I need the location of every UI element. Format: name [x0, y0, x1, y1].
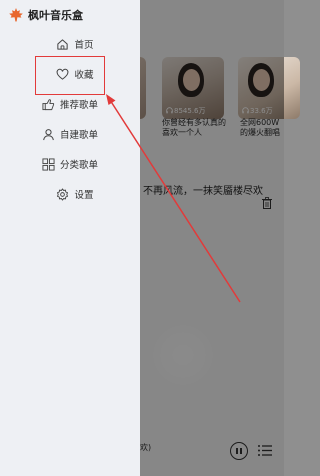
user-icon	[42, 128, 55, 141]
grid-icon	[42, 157, 55, 171]
drawer-item-category-playlists[interactable]: 分类歌单	[0, 153, 140, 175]
drawer-item-settings[interactable]: 设置	[5, 183, 145, 205]
drawer-item-home[interactable]: 首页	[5, 33, 145, 55]
brand: 枫叶音乐盒	[8, 6, 83, 24]
drawer-item-recommended-playlists[interactable]: 推荐歌单	[0, 93, 140, 115]
maple-leaf-icon	[9, 8, 23, 22]
drawer-item-label: 分类歌单	[59, 160, 98, 171]
thumbs-up-icon	[42, 98, 55, 111]
drawer-item-label: 自建歌单	[59, 130, 98, 141]
drawer-item-label: 设置	[74, 190, 94, 201]
app-name: 枫叶音乐盒	[28, 9, 83, 22]
drawer-item-label: 首页	[74, 40, 94, 51]
drawer-item-my-playlists[interactable]: 自建歌单	[0, 123, 140, 145]
drawer-item-label: 推荐歌单	[59, 100, 98, 111]
home-icon	[56, 38, 69, 51]
gear-icon	[56, 187, 69, 201]
highlight-box	[35, 56, 105, 95]
